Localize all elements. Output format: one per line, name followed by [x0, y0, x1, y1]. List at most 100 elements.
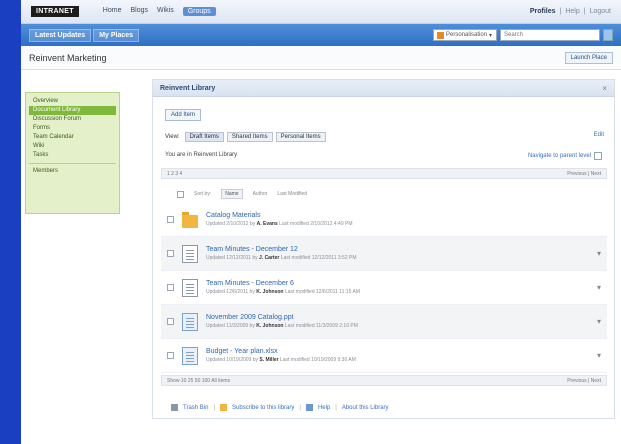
- item-title-link[interactable]: Budget - Year plan.xlsx: [206, 348, 356, 355]
- item-menu-icon[interactable]: ▾: [597, 351, 601, 360]
- sidebar-item-forms[interactable]: Forms: [29, 124, 116, 133]
- logout-link[interactable]: Logout: [590, 8, 611, 15]
- page-numbers[interactable]: 1 2 3 4: [167, 171, 182, 177]
- sidebar: Overview Document Library Discussion For…: [25, 92, 120, 214]
- pager-bottom: Show 10 25 50 100 All items Previous | N…: [161, 375, 607, 386]
- page-size-options[interactable]: Show 10 25 50 100 All items: [167, 378, 230, 384]
- app-logo: INTRANET: [31, 6, 79, 17]
- navigate-up-link[interactable]: Navigate to parent level: [528, 152, 602, 160]
- separator: |: [299, 404, 301, 411]
- sort-last-modified[interactable]: Last Modified: [277, 191, 307, 197]
- row-checkbox[interactable]: [167, 352, 174, 359]
- title-row: Reinvent Marketing Launch Place: [21, 46, 621, 70]
- nav-bar: Latest Updates My Places Personalisation…: [21, 24, 621, 46]
- sidebar-item-overview[interactable]: Overview: [29, 97, 116, 106]
- trash-bin-link[interactable]: Trash Bin: [183, 405, 208, 411]
- separator: |: [559, 8, 562, 15]
- add-item-button[interactable]: Add Item: [165, 109, 202, 121]
- nav-wikis[interactable]: Wikis: [157, 7, 174, 16]
- row-checkbox[interactable]: [167, 250, 174, 257]
- navigate-up-label: Navigate to parent level: [527, 153, 591, 159]
- help-link[interactable]: Help: [318, 405, 330, 411]
- sort-label: Sort by:: [194, 191, 212, 197]
- nav-home[interactable]: Home: [103, 7, 122, 16]
- search-input[interactable]: Search: [500, 29, 600, 41]
- sidebar-divider: [29, 163, 116, 164]
- profiles-link[interactable]: Profiles: [530, 8, 556, 15]
- presentation-icon: [182, 312, 198, 331]
- item-meta: Updated 2/10/2012 by A. Evans Last modif…: [206, 221, 353, 227]
- separator: |: [213, 404, 216, 411]
- item-title-link[interactable]: Catalog Materials: [206, 212, 353, 219]
- document-icon: [182, 278, 198, 297]
- app-window: INTRANET Home Blogs Wikis Groups Profile…: [21, 0, 621, 444]
- nav-blogs[interactable]: Blogs: [130, 7, 148, 16]
- separator: |: [335, 404, 337, 411]
- row-checkbox[interactable]: [167, 318, 174, 325]
- separator: |: [583, 8, 586, 15]
- view-tabs: View: Draft Items Shared Items Personal …: [165, 132, 326, 142]
- search-area: Personalisation ▾ Search: [433, 29, 613, 41]
- top-nav: Home Blogs Wikis Groups: [103, 7, 216, 16]
- item-meta: Updated 11/3/2009 by K. Johnson Last mod…: [206, 323, 358, 329]
- list-item[interactable]: Catalog Materials Updated 2/10/2012 by A…: [161, 203, 607, 237]
- select-all-checkbox[interactable]: [177, 190, 184, 198]
- panel-title: Reinvent Library: [160, 84, 216, 92]
- search-scope-label: Personalisation: [446, 32, 488, 38]
- location-info: You are in Reinvent Library: [165, 152, 238, 158]
- item-menu-icon[interactable]: ▾: [597, 283, 601, 292]
- my-places-tab[interactable]: My Places: [93, 28, 140, 42]
- tab-draft-items[interactable]: Draft Items: [184, 132, 224, 142]
- help-link[interactable]: Help: [565, 8, 579, 15]
- folder-icon: [182, 211, 198, 228]
- rss-icon: [220, 404, 228, 411]
- close-icon[interactable]: ×: [602, 84, 607, 93]
- list-item[interactable]: Team Minutes - December 6 Updated 12/6/2…: [161, 271, 607, 305]
- edit-link[interactable]: Edit: [594, 132, 604, 138]
- sidebar-item-tasks[interactable]: Tasks: [29, 151, 116, 160]
- about-library-link[interactable]: About this Library: [342, 405, 389, 411]
- list-item[interactable]: Budget - Year plan.xlsx Updated 10/19/20…: [161, 339, 607, 373]
- folder-up-icon: [594, 152, 602, 160]
- row-checkbox[interactable]: [167, 216, 174, 223]
- file-list: Catalog Materials Updated 2/10/2012 by A…: [161, 203, 607, 373]
- tab-shared-items[interactable]: Shared Items: [226, 132, 273, 142]
- help-icon: [305, 404, 313, 411]
- sort-header: Sort by: Name Author Last Modified: [177, 189, 307, 199]
- panel-header: Reinvent Library ×: [153, 80, 614, 97]
- nav-groups[interactable]: Groups: [182, 7, 216, 16]
- scope-icon: [437, 31, 444, 39]
- latest-updates-tab[interactable]: Latest Updates: [29, 28, 92, 42]
- library-panel: Reinvent Library × Add Item View: Draft …: [152, 79, 615, 419]
- sidebar-item-document-library[interactable]: Document Library: [29, 106, 116, 115]
- top-links: Profiles | Help | Logout: [530, 8, 611, 15]
- item-title-link[interactable]: Team Minutes - December 6: [206, 280, 360, 287]
- sidebar-item-members[interactable]: Members: [29, 167, 116, 176]
- row-checkbox[interactable]: [167, 284, 174, 291]
- launch-place-button[interactable]: Launch Place: [564, 51, 613, 64]
- list-item[interactable]: November 2009 Catalog.ppt Updated 11/3/2…: [161, 305, 607, 339]
- sidebar-item-team-calendar[interactable]: Team Calendar: [29, 133, 116, 142]
- item-menu-icon[interactable]: ▾: [597, 317, 601, 326]
- item-meta: Updated 12/12/2011 by J. Carter Last mod…: [206, 255, 357, 261]
- list-item[interactable]: Team Minutes - December 12 Updated 12/12…: [161, 237, 607, 271]
- prev-next-links[interactable]: Previous | Next: [567, 171, 601, 177]
- sort-name[interactable]: Name: [221, 189, 243, 199]
- item-menu-icon[interactable]: ▾: [597, 249, 601, 258]
- trash-icon: [171, 404, 178, 411]
- search-button[interactable]: [603, 29, 613, 41]
- sort-author[interactable]: Author: [253, 191, 268, 197]
- subscribe-link[interactable]: Subscribe to this library: [232, 405, 294, 411]
- sidebar-item-discussion-forum[interactable]: Discussion Forum: [29, 115, 116, 124]
- sidebar-item-wiki[interactable]: Wiki: [29, 142, 116, 151]
- item-meta: Updated 12/6/2011 by K. Johnson Last mod…: [206, 289, 361, 295]
- item-title-link[interactable]: November 2009 Catalog.ppt: [206, 314, 358, 321]
- breadcrumb: Latest Updates My Places: [29, 28, 140, 42]
- tab-personal-items[interactable]: Personal Items: [275, 132, 326, 142]
- chevron-down-icon: ▾: [489, 32, 493, 39]
- item-title-link[interactable]: Team Minutes - December 12: [206, 246, 357, 253]
- search-scope-select[interactable]: Personalisation ▾: [433, 29, 497, 41]
- prev-next-links[interactable]: Previous | Next: [567, 378, 601, 384]
- page-title: Reinvent Marketing: [29, 52, 107, 63]
- document-icon: [182, 244, 198, 263]
